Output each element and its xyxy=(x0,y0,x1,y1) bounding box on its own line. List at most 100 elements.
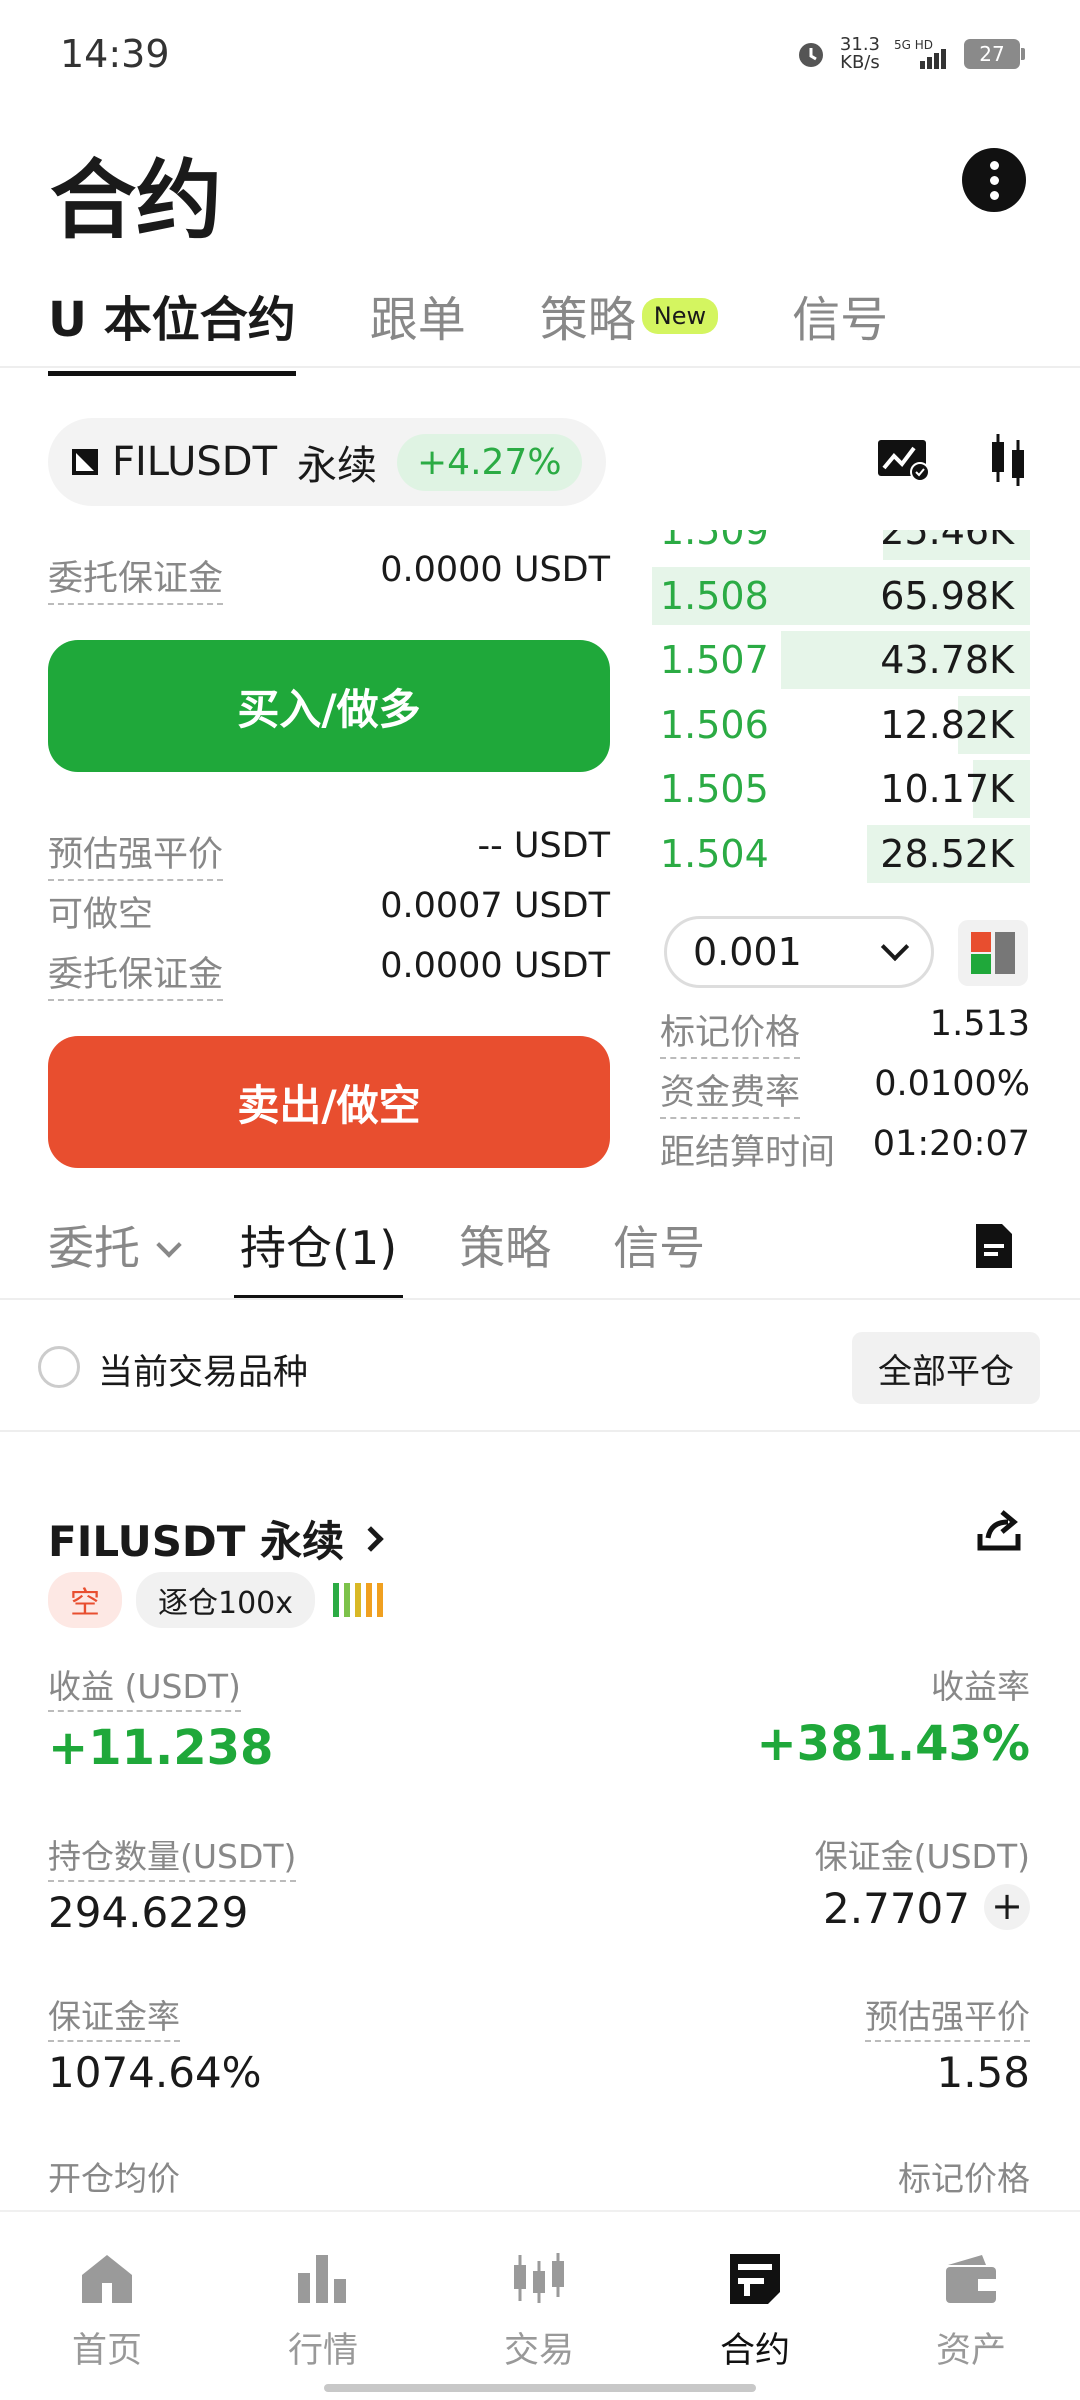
can-short-row: 可做空 0.0007 USDT xyxy=(48,886,610,937)
buy-long-button[interactable]: 买入/做多 xyxy=(48,640,610,772)
tab-signal[interactable]: 信号 xyxy=(792,280,888,376)
roe-value: +381.43% xyxy=(756,1716,1030,1772)
symbol-name: FILUSDT xyxy=(112,439,277,485)
margin-value-row: 2.7707 + xyxy=(823,1884,1030,1933)
mark-price-value: 1.513 xyxy=(929,1004,1030,1044)
tab-label: U 本位合约 xyxy=(48,292,296,348)
orderbook-price: 1.507 xyxy=(660,638,769,682)
entrust-margin-row-top: 委托保证金 0.0000 USDT xyxy=(48,550,610,605)
orderbook-row[interactable]: 1.508 65.98K xyxy=(652,566,1030,625)
roe-label: 收益率 xyxy=(931,1667,1030,1706)
liq-price-value: -- USDT xyxy=(477,826,610,866)
symbol-flag-icon xyxy=(72,449,98,475)
tab-orders[interactable]: 委托 xyxy=(48,1212,182,1300)
orderbook-row[interactable]: 1.505 10.17K xyxy=(652,760,1030,818)
tab-positions[interactable]: 持仓(1) xyxy=(233,1212,404,1300)
tab-usdt-futures[interactable]: U 本位合约 xyxy=(48,280,296,376)
position-symbol: FILUSDT 永续 xyxy=(48,1517,345,1566)
new-badge: New xyxy=(641,298,719,334)
signal-icon: 5G HD xyxy=(894,37,950,71)
sell-short-button[interactable]: 卖出/做空 xyxy=(48,1036,610,1168)
share-icon[interactable] xyxy=(976,1508,1022,1556)
candlestick-icon[interactable] xyxy=(988,432,1028,492)
nav-market[interactable]: 行情 xyxy=(248,2248,398,2373)
current-symbol-label[interactable]: 当前交易品种 xyxy=(98,1344,308,1395)
home-icon xyxy=(32,2248,182,2308)
funding-rate-row: 资金费率 0.0100% xyxy=(660,1064,1030,1119)
orderbook-row[interactable]: 1.507 43.78K xyxy=(652,631,1030,689)
filter-row: 当前交易品种 全部平仓 xyxy=(38,1332,1040,1404)
home-indicator xyxy=(324,2384,756,2392)
bottom-nav: 首页 行情 交易 合约 资产 xyxy=(0,2210,1080,2400)
nav-label: 首页 xyxy=(71,2331,142,2371)
tab-label: 信号 xyxy=(792,292,889,348)
add-margin-button[interactable]: + xyxy=(984,1884,1030,1930)
symbol-selector[interactable]: FILUSDT 永续 +4.27% xyxy=(48,418,606,506)
position-size-label[interactable]: 持仓数量(USDT) xyxy=(48,1830,297,1882)
mark-price-label[interactable]: 标记价格 xyxy=(660,1004,801,1059)
nav-trade[interactable]: 交易 xyxy=(464,2248,614,2373)
net-speed-unit: KB/s xyxy=(840,52,880,73)
orderbook-quantity: 10.17K xyxy=(880,767,1014,811)
nav-contract[interactable]: 合约 xyxy=(680,2248,830,2373)
orderbook-row[interactable]: 1.504 28.52K xyxy=(652,824,1030,883)
entry-price-label: 开仓均价 xyxy=(48,2159,180,2198)
nav-home[interactable]: 首页 xyxy=(32,2248,182,2373)
entrust-margin-row: 委托保证金 0.0000 USDT xyxy=(48,946,610,1001)
liq-price-row: 预估强平价 -- USDT xyxy=(48,826,610,881)
orderbook-row[interactable]: 1.506 12.82K xyxy=(652,695,1030,754)
close-all-button[interactable]: 全部平仓 xyxy=(852,1332,1040,1404)
position-title[interactable]: FILUSDT 永续 xyxy=(48,1508,384,1569)
est-liq-label[interactable]: 预估强平价 xyxy=(865,1990,1030,2042)
document-icon[interactable] xyxy=(974,1222,1014,1274)
tab-label: 策略 xyxy=(459,1221,552,1275)
entrust-margin-value: 0.0000 USDT xyxy=(380,550,610,590)
divider xyxy=(0,1430,1080,1432)
tab-strategy[interactable]: 策略 New xyxy=(540,280,719,376)
pnl-label[interactable]: 收益 (USDT) xyxy=(48,1660,241,1712)
more-options-button[interactable] xyxy=(962,148,1026,212)
chevron-down-icon xyxy=(880,932,910,962)
settle-time-value: 01:20:07 xyxy=(872,1124,1030,1164)
position-tabs: 委托 持仓(1) 策略 信号 xyxy=(48,1212,767,1300)
precision-select[interactable]: 0.001 xyxy=(664,916,934,988)
orderbook-price: 1.509 xyxy=(660,530,769,553)
chevron-right-icon xyxy=(358,1525,384,1552)
tab-signals[interactable]: 信号 xyxy=(613,1212,705,1300)
margin-value: 2.7707 xyxy=(823,1884,970,1933)
mark-price-label: 标记价格 xyxy=(898,2159,1030,2198)
funding-rate-value: 0.0100% xyxy=(874,1064,1030,1104)
entrust-margin-label[interactable]: 委托保证金 xyxy=(48,946,224,1001)
nav-label: 合约 xyxy=(719,2331,790,2371)
contract-icon xyxy=(680,2248,830,2308)
tab-copy-trading[interactable]: 跟单 xyxy=(370,280,466,376)
nav-assets[interactable]: 资产 xyxy=(896,2248,1046,2373)
current-symbol-radio[interactable] xyxy=(38,1346,80,1388)
orderbook-row[interactable]: 1.509 25.46K xyxy=(652,530,1030,560)
orderbook-quantity: 65.98K xyxy=(880,573,1014,618)
entrust-margin-value: 0.0000 USDT xyxy=(380,946,610,986)
margin-label: 保证金(USDT) xyxy=(814,1837,1030,1876)
position-tags: 空 逐仓100x xyxy=(48,1572,384,1628)
battery-icon: 27 xyxy=(964,39,1025,69)
tab-label: 持仓(1) xyxy=(240,1221,398,1275)
chevron-down-icon xyxy=(156,1232,182,1258)
margin-mode-tag[interactable]: 逐仓100x xyxy=(136,1572,316,1628)
liq-price-label[interactable]: 预估强平价 xyxy=(48,826,224,881)
margin-ratio-label[interactable]: 保证金率 xyxy=(48,1990,180,2042)
network-label: 5G HD xyxy=(894,38,933,52)
net-speed: 31.3 KB/s xyxy=(840,36,880,72)
funding-rate-label[interactable]: 资金费率 xyxy=(660,1064,801,1119)
chart-settings-icon[interactable] xyxy=(876,436,932,486)
entrust-margin-label[interactable]: 委托保证金 xyxy=(48,550,224,605)
position-size-value: 294.6229 xyxy=(48,1888,249,1937)
tab-strategies[interactable]: 策略 xyxy=(459,1212,551,1300)
status-time: 14:39 xyxy=(60,32,170,76)
trade-icon xyxy=(464,2248,614,2308)
tab-label: 信号 xyxy=(613,1221,706,1275)
wallet-icon xyxy=(896,2248,1046,2308)
status-icons: 31.3 KB/s 5G HD 27 xyxy=(796,36,1025,72)
orderbook-layout-icon[interactable] xyxy=(958,920,1028,986)
tab-label: 跟单 xyxy=(369,292,466,348)
nav-label: 行情 xyxy=(287,2331,358,2371)
